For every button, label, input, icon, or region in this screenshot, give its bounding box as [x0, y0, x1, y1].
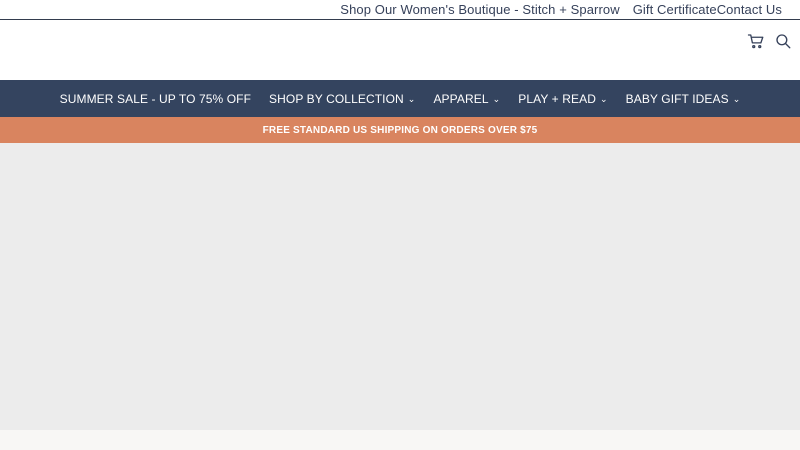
chevron-down-icon: ⌄ [732, 94, 741, 104]
chevron-down-icon: ⌄ [599, 94, 608, 104]
promo-banner: FREE STANDARD US SHIPPING ON ORDERS OVER… [0, 117, 800, 143]
nav-item-summer-sale[interactable]: SUMMER SALE - UP TO 75% OFF [60, 92, 251, 106]
promo-text: FREE STANDARD US SHIPPING ON ORDERS OVER… [262, 124, 538, 136]
nav-item-baby-gift-ideas[interactable]: BABY GIFT IDEAS ⌄ [626, 92, 741, 106]
utility-links: Shop Our Women's Boutique - Stitch + Spa… [340, 2, 782, 17]
nav-item-label: PLAY + READ [518, 91, 596, 106]
nav-item-shop-by-collection[interactable]: SHOP BY COLLECTION ⌄ [269, 92, 415, 106]
content-section [0, 430, 800, 450]
nav-item-label: APPAREL [433, 91, 489, 106]
chevron-down-icon: ⌄ [492, 94, 501, 104]
site-header [0, 20, 800, 80]
utility-bar: Shop Our Women's Boutique - Stitch + Spa… [0, 0, 800, 20]
search-icon[interactable] [774, 32, 792, 50]
contact-us-link[interactable]: Contact Us [717, 2, 782, 17]
nav-item-label: SUMMER SALE - UP TO 75% OFF [59, 91, 252, 106]
nav-item-apparel[interactable]: APPAREL ⌄ [433, 92, 500, 106]
hero-placeholder [0, 143, 800, 430]
gift-certificate-link[interactable]: Gift Certificate [633, 2, 717, 17]
nav-item-label: BABY GIFT IDEAS [625, 91, 729, 106]
chevron-down-icon: ⌄ [407, 94, 416, 104]
main-nav: SUMMER SALE - UP TO 75% OFF SHOP BY COLL… [0, 80, 800, 117]
nav-item-play-read[interactable]: PLAY + READ ⌄ [518, 92, 607, 106]
header-icons [738, 32, 792, 50]
nav-item-label: SHOP BY COLLECTION [269, 91, 404, 106]
womens-boutique-link[interactable]: Shop Our Women's Boutique - Stitch + Spa… [340, 2, 619, 17]
cart-icon[interactable] [747, 32, 765, 50]
